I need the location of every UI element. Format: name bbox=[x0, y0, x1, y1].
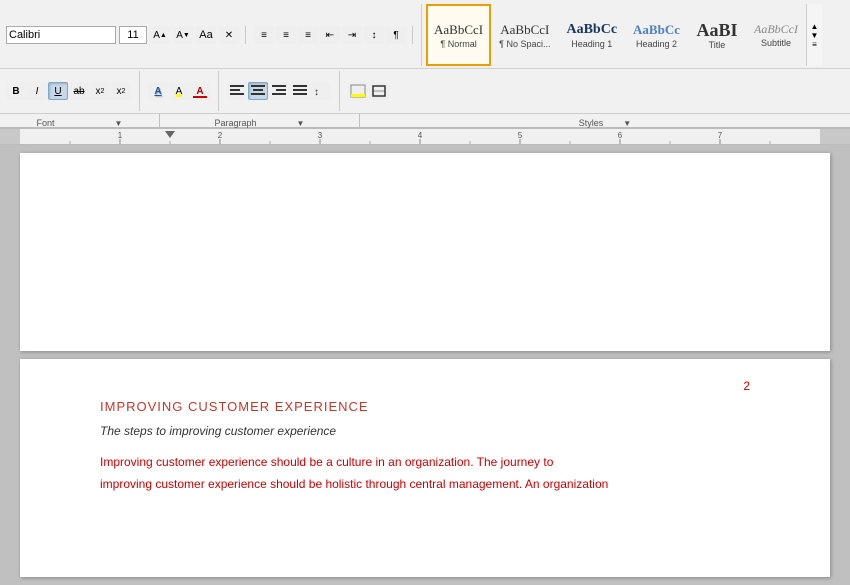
style-heading2-label: Heading 2 bbox=[636, 39, 677, 49]
underline-button[interactable]: U bbox=[48, 82, 68, 100]
page-1 bbox=[20, 153, 830, 351]
bold-button[interactable]: B bbox=[6, 82, 26, 100]
font-name-input[interactable] bbox=[6, 26, 116, 44]
style-heading1[interactable]: AaBbCc Heading 1 bbox=[558, 4, 625, 66]
font-size-input[interactable] bbox=[119, 26, 147, 44]
paragraph-group: ≡ ≡ ≡ ⇤ ⇥ ↕ ¶ bbox=[254, 26, 413, 44]
show-hide-button[interactable]: ¶ bbox=[386, 26, 406, 44]
document-body-line1: Improving customer experience should be … bbox=[100, 452, 750, 474]
border-button[interactable] bbox=[369, 82, 389, 100]
strikethrough-button[interactable]: ab bbox=[69, 82, 89, 100]
superscript-button[interactable]: x2 bbox=[111, 82, 131, 100]
svg-text:4: 4 bbox=[418, 131, 423, 140]
font-color-button[interactable]: A bbox=[190, 82, 210, 100]
grow-font-button[interactable]: A▲ bbox=[150, 26, 170, 44]
font-group: A▲ A▼ Aa ✕ bbox=[6, 26, 246, 44]
style-heading2[interactable]: AaBbCc Heading 2 bbox=[625, 4, 688, 66]
svg-text:5: 5 bbox=[518, 131, 523, 140]
document-body-line2: improving customer experience should be … bbox=[100, 474, 750, 496]
align-center-button[interactable] bbox=[248, 82, 268, 100]
style-heading2-preview: AaBbCc bbox=[633, 22, 680, 38]
align-right-button[interactable] bbox=[269, 82, 289, 100]
divider2 bbox=[218, 71, 219, 111]
ribbon-row1: A▲ A▼ Aa ✕ ≡ ≡ ≡ ⇤ ⇥ ↕ ¶ AaBbCcI ¶ Norma… bbox=[0, 0, 850, 69]
ruler-svg: 1 2 3 4 5 6 7 bbox=[0, 129, 850, 145]
ribbon-row2: B I U ab x2 x2 A A A bbox=[0, 69, 850, 127]
style-subtitle[interactable]: AaBbCcI Subtitle bbox=[746, 4, 806, 66]
font-format-group: B I U ab x2 x2 bbox=[6, 82, 131, 100]
justify-button[interactable] bbox=[290, 82, 310, 100]
shading-button[interactable] bbox=[348, 82, 368, 100]
align-left-button[interactable] bbox=[227, 82, 247, 100]
style-no-spacing-label: ¶ No Spaci... bbox=[499, 39, 550, 49]
styles-group: AaBbCcI ¶ Normal AaBbCcI ¶ No Spaci... A… bbox=[421, 4, 822, 66]
increase-indent-button[interactable]: ⇥ bbox=[342, 26, 362, 44]
multilevel-list-button[interactable]: ≡ bbox=[298, 26, 318, 44]
style-subtitle-preview: AaBbCcI bbox=[754, 22, 798, 37]
style-no-spacing-preview: AaBbCcI bbox=[500, 22, 549, 38]
svg-text:2: 2 bbox=[218, 131, 223, 140]
style-title[interactable]: AaBI Title bbox=[688, 4, 746, 66]
style-subtitle-label: Subtitle bbox=[761, 38, 791, 48]
svg-text:↕: ↕ bbox=[314, 87, 319, 97]
style-title-preview: AaBI bbox=[696, 21, 737, 39]
style-normal-label: ¶ Normal bbox=[440, 39, 476, 49]
alignment-group: ↕ bbox=[227, 82, 331, 100]
style-normal[interactable]: AaBbCcI ¶ Normal bbox=[426, 4, 491, 66]
clear-format-button[interactable]: ✕ bbox=[219, 26, 239, 44]
style-no-spacing[interactable]: AaBbCcI ¶ No Spaci... bbox=[491, 4, 558, 66]
shading-border-group bbox=[348, 82, 389, 100]
line-spacing-button[interactable]: ↕ bbox=[311, 82, 331, 100]
change-case-button[interactable]: Aa bbox=[196, 26, 216, 44]
page-2: 2 IMPROVING CUSTOMER EXPERIENCE The step… bbox=[20, 359, 830, 577]
page-number: 2 bbox=[743, 379, 750, 393]
ruler: 1 2 3 4 5 6 7 bbox=[0, 129, 850, 145]
style-heading1-preview: AaBbCc bbox=[566, 22, 617, 38]
divider3 bbox=[339, 71, 340, 111]
document-area: 2 IMPROVING CUSTOMER EXPERIENCE The step… bbox=[0, 145, 850, 585]
sort-button[interactable]: ↕ bbox=[364, 26, 384, 44]
divider1 bbox=[139, 71, 140, 111]
text-style-group: A A A bbox=[148, 82, 210, 100]
numbering-button[interactable]: ≡ bbox=[276, 26, 296, 44]
highlight-color-button[interactable]: A bbox=[169, 82, 189, 100]
svg-text:1: 1 bbox=[118, 131, 123, 140]
ribbon: A▲ A▼ Aa ✕ ≡ ≡ ≡ ⇤ ⇥ ↕ ¶ AaBbCcI ¶ Norma… bbox=[0, 0, 850, 129]
decrease-indent-button[interactable]: ⇤ bbox=[320, 26, 340, 44]
style-title-label: Title bbox=[709, 40, 726, 50]
svg-text:3: 3 bbox=[318, 131, 323, 140]
shrink-font-button[interactable]: A▼ bbox=[173, 26, 193, 44]
subscript-button[interactable]: x2 bbox=[90, 82, 110, 100]
text-effects-button[interactable]: A bbox=[148, 82, 168, 100]
style-normal-preview: AaBbCcI bbox=[434, 22, 483, 38]
svg-text:6: 6 bbox=[618, 131, 623, 140]
style-heading1-label: Heading 1 bbox=[571, 39, 612, 49]
document-subheading: The steps to improving customer experien… bbox=[100, 424, 750, 438]
bullets-button[interactable]: ≡ bbox=[254, 26, 274, 44]
styles-scroll[interactable]: ▲ ▼ ≡ bbox=[806, 4, 822, 66]
italic-button[interactable]: I bbox=[27, 82, 47, 100]
svg-text:7: 7 bbox=[718, 131, 723, 140]
document-heading: IMPROVING CUSTOMER EXPERIENCE bbox=[100, 399, 750, 414]
